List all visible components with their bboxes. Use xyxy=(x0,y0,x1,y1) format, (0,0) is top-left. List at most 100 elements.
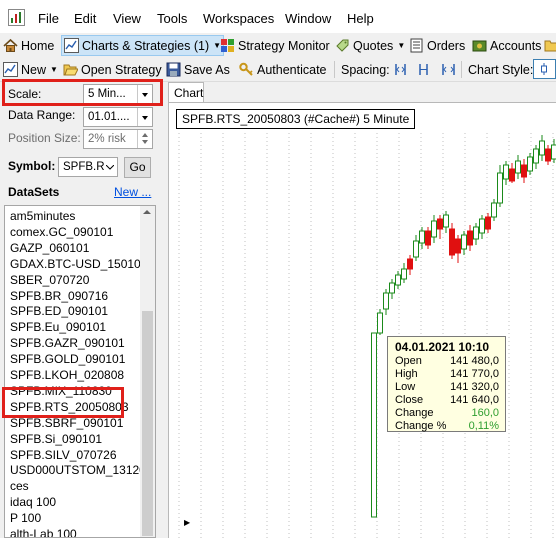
spinner-arrows-icon[interactable] xyxy=(137,130,152,148)
data-range-value: 01.01.... xyxy=(88,111,130,123)
candle-up xyxy=(533,148,539,164)
chart-tab-label: Chart xyxy=(174,86,204,100)
dataset-item[interactable]: USD000UTSTOM_131201 xyxy=(10,463,153,477)
go-button[interactable]: Go xyxy=(124,157,151,178)
candle-up xyxy=(479,218,485,234)
candle-down xyxy=(545,148,551,162)
toolbar-separator xyxy=(461,61,462,78)
dataset-item[interactable]: ces xyxy=(10,479,29,493)
symbol-value: SPFB.R xyxy=(63,161,105,173)
candle-down xyxy=(455,238,461,254)
new-chart-icon xyxy=(3,62,18,77)
tooltip-close-value: 141 640,0 xyxy=(450,394,499,406)
charts-strategies-button[interactable]: Charts & Strategies (1) ▼ xyxy=(61,35,225,56)
candle-up xyxy=(377,312,383,334)
accounts-icon xyxy=(472,40,487,52)
tab-chart[interactable]: Chart xyxy=(168,82,204,103)
open-strategy-label: Open Strategy xyxy=(81,62,162,77)
position-size-label: Position Size: xyxy=(8,131,81,145)
panel-splitter[interactable] xyxy=(163,82,167,538)
dataset-item[interactable]: P 100 xyxy=(10,511,41,525)
symbol-select[interactable]: SPFB.R xyxy=(58,157,118,177)
candle-up xyxy=(383,292,389,310)
chart-style-select[interactable] xyxy=(533,59,556,79)
strategy-monitor-icon xyxy=(221,39,234,52)
dataset-item[interactable]: am5minutes xyxy=(10,209,75,223)
chart-scroll-arrow-icon[interactable]: ▶ xyxy=(184,518,190,527)
dataset-item[interactable]: SPFB.BR_090716 xyxy=(10,289,108,303)
candle-down xyxy=(521,164,527,178)
orders-label: Orders xyxy=(427,38,466,53)
menu-bar: File Edit View Tools Workspaces Window H… xyxy=(0,0,556,34)
save-as-button[interactable]: Save As xyxy=(166,60,230,79)
open-strategy-button[interactable]: Open Strategy xyxy=(63,60,162,79)
scroll-up-icon[interactable] xyxy=(143,210,151,214)
dataset-item[interactable]: SPFB.Si_090101 xyxy=(10,432,102,446)
datasets-scrollbar[interactable] xyxy=(140,206,155,537)
menu-file[interactable]: File xyxy=(38,11,59,26)
dataset-highlight-box xyxy=(2,387,124,418)
dataset-item[interactable]: SPFB.GOLD_090101 xyxy=(10,352,125,366)
tooltip-change-pct-value: 0,11% xyxy=(468,420,499,432)
scrollbar-thumb[interactable] xyxy=(142,311,153,536)
menu-tools[interactable]: Tools xyxy=(157,11,187,26)
quotes-label: Quotes xyxy=(353,38,394,53)
dataset-item[interactable]: SPFB.LKOH_020808 xyxy=(10,368,124,382)
candle-up xyxy=(395,274,401,286)
menu-window[interactable]: Window xyxy=(285,11,331,26)
dataset-item[interactable]: GDAX.BTC-USD_150101 xyxy=(10,257,147,271)
spacing-increase-icon[interactable] xyxy=(416,62,431,77)
dataset-item[interactable]: GAZP_060101 xyxy=(10,241,89,255)
position-size-spinner[interactable]: 2% risk xyxy=(83,129,153,149)
chart-panel[interactable]: SPFB.RTS_20050803 (#Cache#) 5 Minute 04.… xyxy=(168,102,556,538)
charts-strategies-label: Charts & Strategies (1) xyxy=(82,38,210,53)
save-icon xyxy=(166,62,181,77)
home-button[interactable]: Home xyxy=(3,36,54,55)
chevron-down-icon[interactable] xyxy=(137,108,152,126)
tooltip-open-value: 141 480,0 xyxy=(450,355,499,367)
home-icon xyxy=(3,38,18,52)
new-button[interactable]: New ▼ xyxy=(3,60,58,79)
toolbar-separator xyxy=(334,61,335,78)
tooltip-open-label: Open xyxy=(395,355,422,367)
datasets-list[interactable]: am5minutes comex.GC_090101 GAZP_060101 GDAX… xyxy=(4,205,156,538)
folder-open-icon xyxy=(63,64,78,76)
dataset-item[interactable]: comex.GC_090101 xyxy=(10,225,113,239)
dataset-item[interactable]: idaq 100 xyxy=(10,495,56,509)
accounts-button[interactable]: Accounts xyxy=(472,36,541,55)
chevron-down-icon xyxy=(106,165,114,170)
candle-up xyxy=(539,140,545,156)
data-range-select[interactable]: 01.01.... xyxy=(83,107,153,127)
dataset-item[interactable]: SPFB.Eu_090101 xyxy=(10,320,106,334)
dataset-item[interactable]: SPFB.ED_090101 xyxy=(10,304,108,318)
main-toolbar: Home Charts & Strategies (1) ▼ Strategy … xyxy=(0,33,556,58)
candle-up xyxy=(389,282,395,294)
candle-up xyxy=(503,164,509,180)
authenticate-button[interactable]: Authenticate xyxy=(239,60,327,79)
quotes-button[interactable]: Quotes ▼ xyxy=(335,36,405,55)
folder-icon[interactable] xyxy=(544,38,556,53)
tooltip-change-pct-label: Change % xyxy=(395,420,447,432)
candle-up xyxy=(431,220,437,238)
price-chart[interactable] xyxy=(169,103,556,538)
menu-edit[interactable]: Edit xyxy=(74,11,96,26)
chevron-down-icon: ▼ xyxy=(397,41,406,50)
new-dataset-link[interactable]: New ... xyxy=(114,185,151,199)
menu-help[interactable]: Help xyxy=(347,11,374,26)
candle-down xyxy=(425,230,431,246)
orders-button[interactable]: Orders xyxy=(409,36,465,55)
dataset-item[interactable]: alth-Lab 100 xyxy=(10,527,77,537)
spacing-fit-icon[interactable] xyxy=(441,62,456,77)
dataset-item[interactable]: SBER_070720 xyxy=(10,273,89,287)
dataset-item[interactable]: SPFB.SILV_070726 xyxy=(10,448,117,462)
new-label: New xyxy=(21,62,47,77)
menu-view[interactable]: View xyxy=(113,11,141,26)
symbol-label: Symbol: xyxy=(8,159,56,173)
candle-up xyxy=(461,234,467,250)
dataset-item[interactable]: SPFB.GAZR_090101 xyxy=(10,336,125,350)
candle-up xyxy=(491,202,497,218)
strategy-monitor-button[interactable]: Strategy Monitor xyxy=(220,36,330,55)
tooltip-change-value: 160,0 xyxy=(471,407,499,419)
menu-workspaces[interactable]: Workspaces xyxy=(203,11,274,26)
spacing-decrease-icon[interactable] xyxy=(393,62,408,77)
